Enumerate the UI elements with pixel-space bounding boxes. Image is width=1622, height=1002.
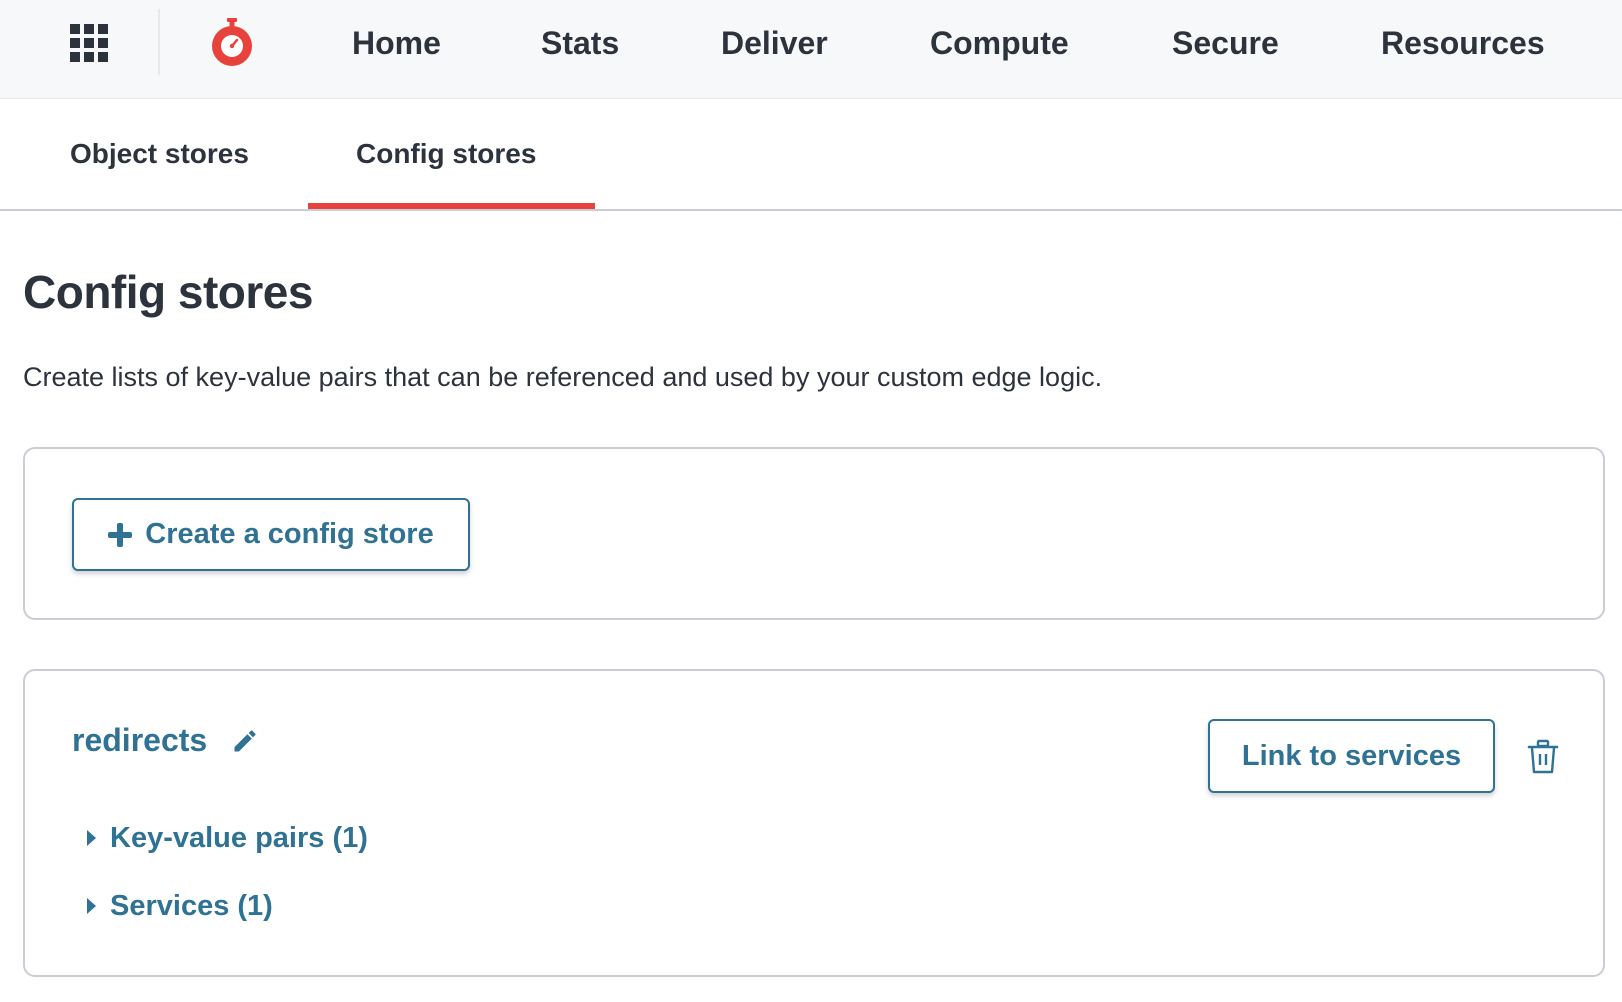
store-name-link[interactable]: redirects [72,721,207,759]
top-navigation: Home Stats Deliver Compute Secure Resour… [0,0,1622,99]
link-to-services-button[interactable]: Link to services [1208,719,1495,793]
caret-right-icon [87,830,96,846]
active-tab-indicator [308,203,595,209]
services-label: Services (1) [110,890,273,922]
key-value-pairs-label: Key-value pairs (1) [110,822,368,854]
nav-item-stats[interactable]: Stats [541,24,619,62]
nav-item-home[interactable]: Home [352,24,441,62]
resource-tabs: Object stores Config stores [0,99,1622,211]
trash-icon[interactable] [1527,739,1559,775]
tab-config-stores[interactable]: Config stores [356,137,536,171]
create-config-store-label: Create a config store [145,518,434,550]
services-toggle[interactable]: Services (1) [87,889,273,923]
page-title: Config stores [23,266,313,318]
pencil-icon[interactable] [231,727,259,755]
config-store-card: redirects Link to services Key-value pai… [23,669,1605,977]
nav-item-resources[interactable]: Resources [1381,24,1545,62]
create-config-store-button[interactable]: Create a config store [72,498,470,571]
nav-item-compute[interactable]: Compute [930,24,1069,62]
nav-item-deliver[interactable]: Deliver [721,24,828,62]
page-description: Create lists of key-value pairs that can… [23,362,1103,392]
key-value-pairs-toggle[interactable]: Key-value pairs (1) [87,821,368,855]
create-store-card: Create a config store [23,447,1605,620]
apps-grid-icon[interactable] [70,24,108,62]
tab-object-stores[interactable]: Object stores [70,137,249,171]
stopwatch-logo-icon[interactable] [210,16,254,68]
caret-right-icon [87,898,96,914]
nav-item-secure[interactable]: Secure [1172,24,1279,62]
plus-icon [108,522,133,547]
nav-divider [158,9,160,75]
